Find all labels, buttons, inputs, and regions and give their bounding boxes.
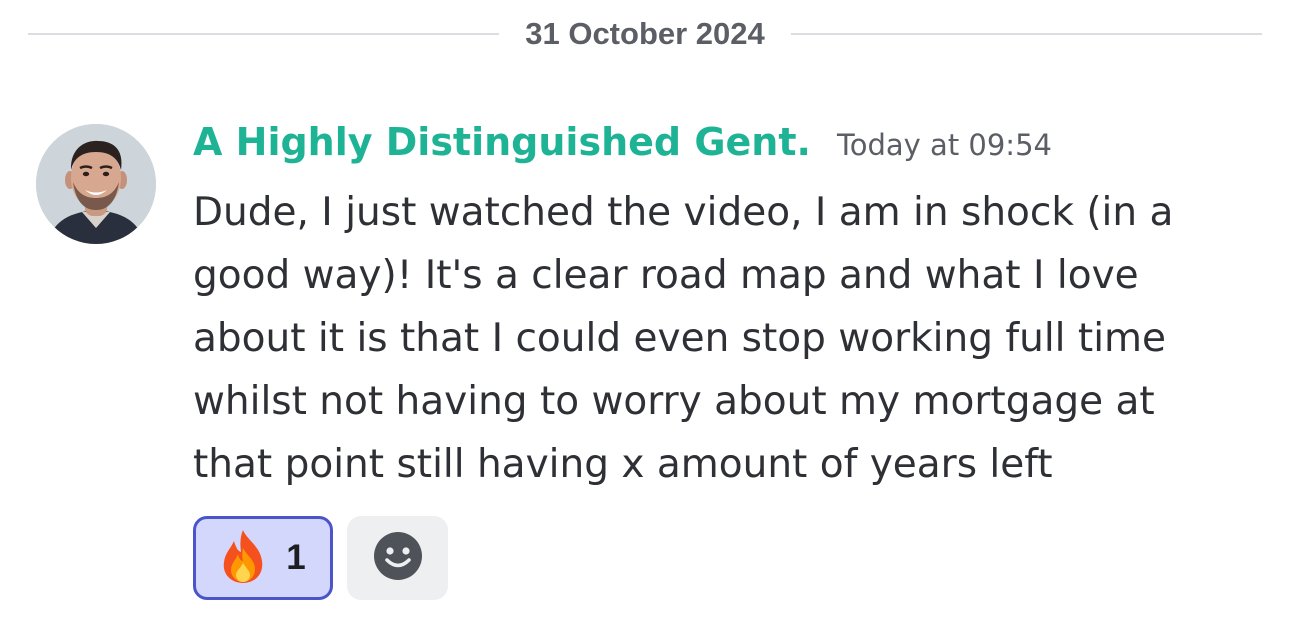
reaction-count: 1 [286, 538, 306, 577]
reaction-fire[interactable]: 1 [193, 516, 333, 600]
divider-line-left [28, 33, 500, 35]
message-header: A Highly Distinguished Gent. Today at 09… [193, 120, 1253, 176]
avatar[interactable] [36, 124, 156, 244]
author-name[interactable]: A Highly Distinguished Gent. [193, 120, 811, 164]
avatar-image [36, 124, 156, 244]
message: A Highly Distinguished Gent. Today at 09… [193, 120, 1253, 496]
message-timestamp: Today at 09:54 [836, 128, 1052, 162]
reactions-bar: 1 [193, 516, 448, 600]
message-text: Dude, I just watched the video, I am in … [193, 190, 1174, 487]
divider-line-right [790, 33, 1262, 35]
fire-icon [220, 528, 266, 588]
date-divider-label: 31 October 2024 [525, 16, 765, 51]
add-reaction-button[interactable] [347, 516, 448, 600]
smiley-icon [373, 531, 423, 585]
date-divider: 31 October 2024 [28, 14, 1262, 54]
